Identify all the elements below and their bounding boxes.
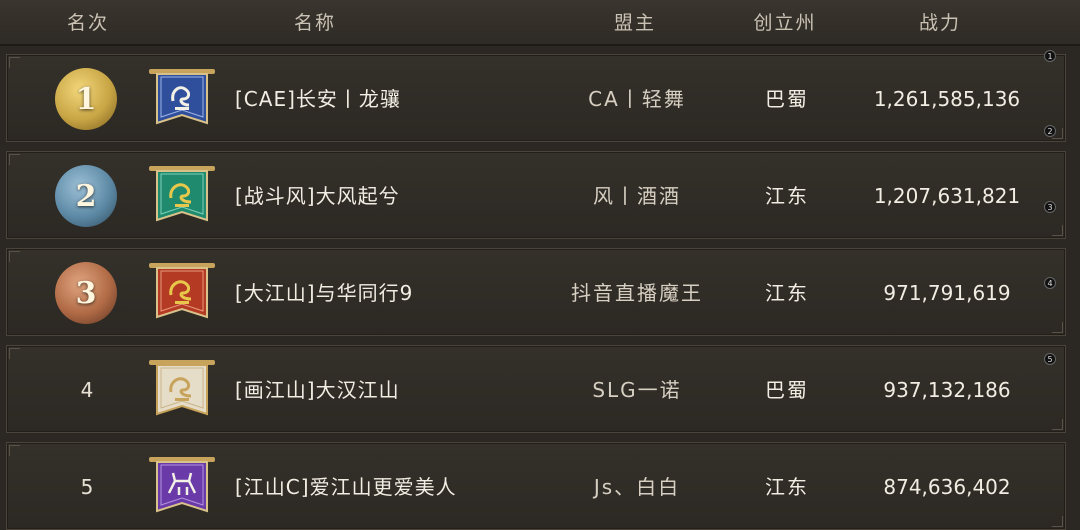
side-badge: 1 — [1044, 50, 1056, 62]
alliance-power: 874,636,402 — [883, 475, 1011, 499]
rank-number: 1 — [75, 81, 97, 117]
alliance-banner-icon — [149, 69, 215, 125]
alliance-power: 937,132,186 — [883, 378, 1011, 402]
table-header: 名次 名称 盟主 创立州 战力 — [0, 0, 1080, 46]
header-name: 名称 — [293, 12, 336, 34]
alliance-banner-icon — [149, 263, 215, 319]
alliance-name: [大江山]与华同行9 — [235, 281, 414, 305]
alliance-name: [战斗风]大风起兮 — [235, 184, 400, 208]
alliance-power: 1,207,631,821 — [873, 184, 1021, 208]
alliance-banner-icon — [149, 166, 215, 222]
side-badge: 3 — [1044, 201, 1056, 213]
list-item[interactable]: 4 [画江山]大汉江山 SLG一诺 巴蜀 937,132,186 — [6, 345, 1066, 433]
rank-number: 2 — [75, 178, 97, 214]
rank-number: 4 — [80, 378, 94, 402]
alliance-leader: Js、白白 — [593, 475, 681, 499]
alliance-power: 1,261,585,136 — [873, 87, 1021, 111]
alliance-name: [画江山]大汉江山 — [235, 378, 400, 402]
list-item[interactable]: 1 [CAE]长安丨龙骧 CA丨轻舞 巴蜀 1,261,585,136 — [6, 54, 1066, 142]
gold-medal-icon: 1 — [55, 68, 117, 130]
alliance-power: 971,791,619 — [883, 281, 1011, 305]
alliance-state: 巴蜀 — [765, 87, 809, 111]
alliance-state: 江东 — [765, 475, 809, 499]
header-leader: 盟主 — [613, 12, 656, 34]
side-badge: 2 — [1044, 125, 1056, 137]
header-state: 创立州 — [753, 12, 817, 34]
rank-number: 3 — [75, 275, 97, 311]
alliance-leader: 风丨酒酒 — [593, 184, 681, 208]
header-power: 战力 — [918, 12, 961, 34]
list-item[interactable]: 5 [江山C]爱江山更爱美人 Js、白白 江东 874,636,402 — [6, 442, 1066, 530]
alliance-state: 江东 — [765, 184, 809, 208]
alliance-state: 江东 — [765, 281, 809, 305]
alliance-name: [CAE]长安丨龙骧 — [235, 87, 401, 111]
list-item[interactable]: 2 [战斗风]大风起兮 风丨酒酒 江东 1,207,631,821 — [6, 151, 1066, 239]
header-rank: 名次 — [66, 12, 109, 34]
list-item[interactable]: 3 [大江山]与华同行9 抖音直播魔王 江东 971,791,619 — [6, 248, 1066, 336]
alliance-banner-icon — [149, 360, 215, 416]
alliance-leader: CA丨轻舞 — [588, 87, 686, 111]
side-badge: 4 — [1044, 277, 1056, 289]
bronze-medal-icon: 3 — [55, 262, 117, 324]
silver-medal-icon: 2 — [55, 165, 117, 227]
alliance-leader: SLG一诺 — [592, 378, 682, 402]
alliance-state: 巴蜀 — [765, 378, 809, 402]
alliance-banner-icon — [149, 457, 215, 513]
side-badge: 5 — [1044, 353, 1056, 365]
alliance-leader: 抖音直播魔王 — [571, 281, 703, 305]
alliance-name: [江山C]爱江山更爱美人 — [235, 475, 457, 499]
rank-number: 5 — [80, 475, 94, 499]
